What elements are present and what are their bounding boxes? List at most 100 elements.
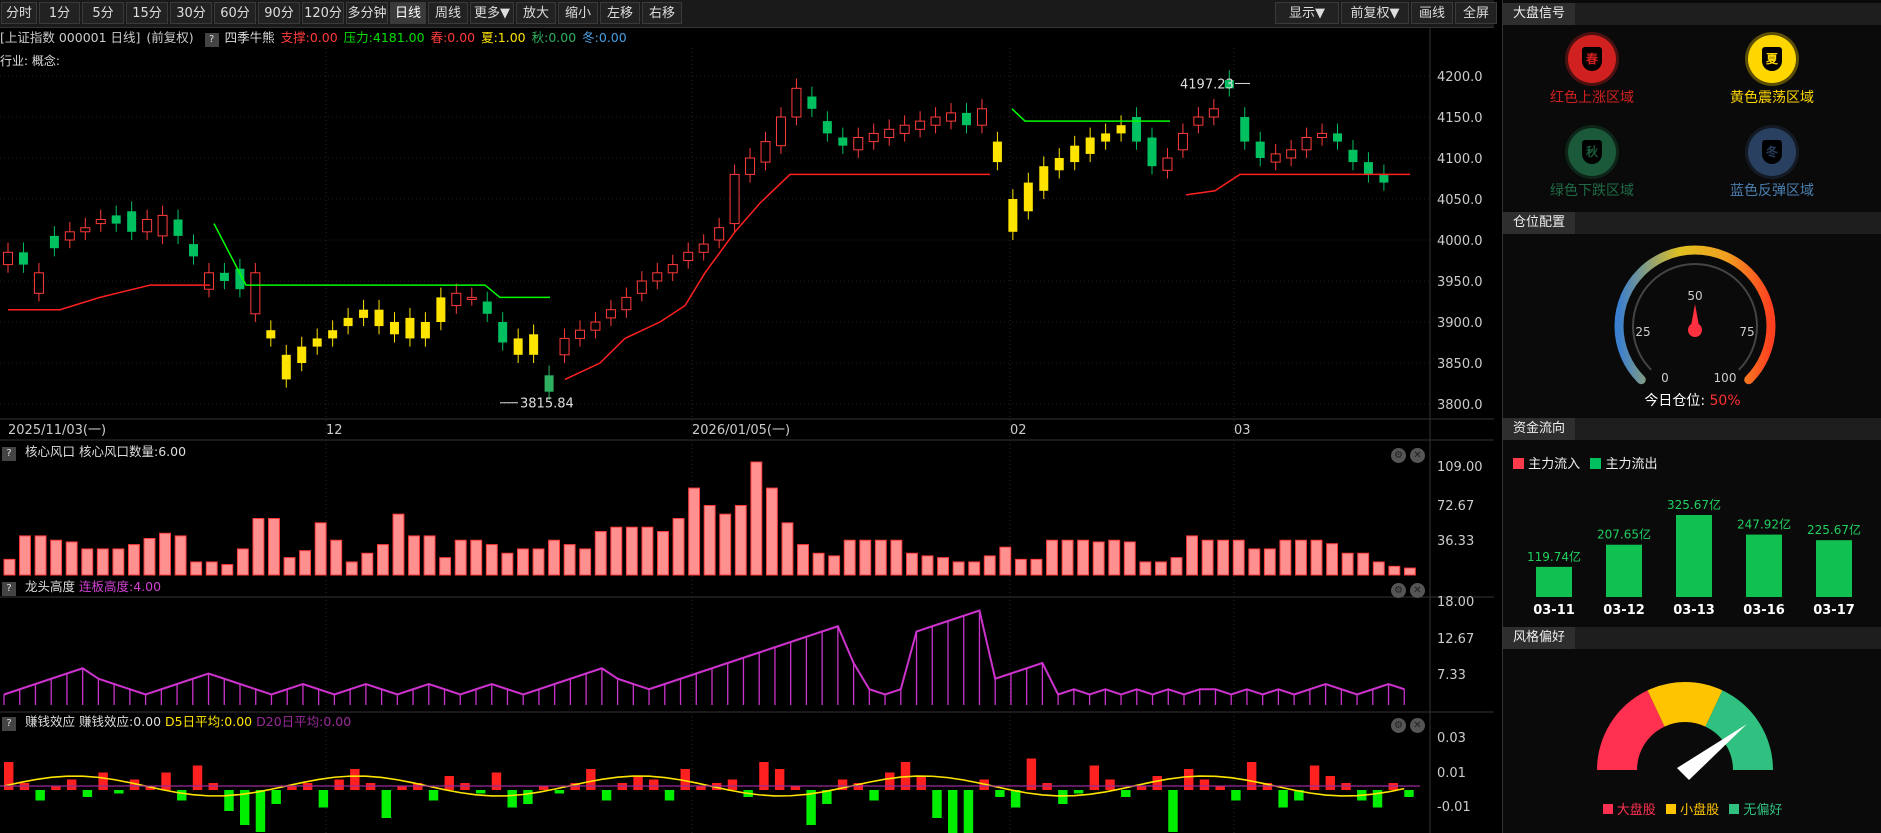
hotspot-bar [205,561,218,576]
hotspot-bar [1357,552,1370,576]
close-icon[interactable]: ✕ [1410,583,1425,598]
candle-body [884,128,895,139]
candlestick-chart[interactable]: 4200.0 4150.0 4100.0 4050.0 4000.0 3950.0 3900… [0,0,1494,833]
hotspot-bar [765,487,778,576]
hotspot-bar [1403,567,1416,576]
profit-bar [177,790,187,801]
gear-icon[interactable]: ⚙ [1391,583,1406,598]
profit-bar [114,790,124,794]
hotspot-bar [719,513,732,576]
hotspot-bar [906,552,918,576]
y-tick-label: 4200.0 [1437,70,1483,85]
candle-body [1193,116,1204,126]
profit-bar [271,790,281,804]
money-bar-label: 225.67亿 [1807,522,1861,537]
hotspot-bar [672,518,685,576]
profit-bar [334,779,344,790]
profit-bar [1010,790,1021,808]
panel-legend-d20: D20日平均:0.00 [256,714,352,729]
hotspot-bar [361,552,374,576]
profit-bar [318,790,329,808]
candle-body [405,317,415,339]
candle-body [49,235,59,249]
dragon-line [3,609,1405,696]
help-icon[interactable]: ? [2,447,16,461]
hotspot-bar [1154,561,1167,576]
hotspot-bar [641,526,654,576]
profit-bar [224,790,234,811]
candle-body [3,251,13,266]
candle-body [807,96,817,109]
gear-icon[interactable]: ⚙ [1391,448,1406,463]
large-cap-swatch [1602,804,1613,814]
profit-bar [350,769,360,790]
profit-bar [523,790,533,804]
large-cap-label: 大盘股 [1616,803,1656,818]
small-cap-swatch [1665,804,1676,814]
hotspot-bar [999,546,1012,576]
help-icon[interactable]: ? [2,582,16,596]
candle-body [219,272,229,281]
profit-bar [932,790,942,818]
candle-body [1363,162,1373,175]
candle-body [1116,125,1126,134]
y-tick-label: -0.01 [1437,800,1471,815]
hotspot-bar [392,513,405,576]
candle-body [1286,149,1297,159]
profit-bar [476,790,486,794]
hotspot-bar [485,544,498,576]
hotspot-bar [937,557,950,576]
profit-bar [916,776,926,790]
candle-body [1177,132,1188,151]
candle-body [173,219,183,236]
money-date-label: 03-11 [1533,603,1575,618]
help-icon[interactable]: ? [2,717,16,731]
profit-bar [1231,790,1241,801]
no-pref-label: 无偏好 [1743,803,1783,818]
hotspot-bar [750,461,763,576]
candle-body [18,252,28,265]
candle-body [961,112,971,126]
season-label: 蓝色反弹区域 [1730,183,1814,199]
candle-body [992,141,1002,163]
candle-body [1333,133,1343,142]
candle-body [853,137,864,151]
hotspot-bar [283,557,296,576]
panel-legend: 赚钱效应:0.00 [78,714,162,729]
profit-bar [869,790,879,801]
close-icon[interactable]: ✕ [1410,448,1425,463]
hotspot-bar [1123,541,1136,576]
y-tick-label: 18.00 [1437,595,1474,610]
profit-bar [1325,776,1336,790]
hotspot-bar [174,535,187,576]
hotspot-bar [579,548,592,576]
hotspot-bar [1108,539,1121,576]
candle-body [1301,137,1312,151]
profit-bar [35,790,45,801]
season-shield-icon: 秋 [1568,128,1616,176]
hotspot-bar [1310,539,1323,576]
candle-body [1101,133,1111,142]
hotspot-bar [501,552,514,576]
candle-body [605,309,616,319]
close-icon[interactable]: ✕ [1410,718,1425,733]
hotspot-bar [96,548,109,576]
profit-bar [633,776,643,790]
candle-body [436,297,446,322]
support-line [1185,173,1410,196]
panel-legend-d5: D5日平均:0.00 [165,714,253,729]
y-tick-label: 4050.0 [1437,193,1483,208]
profit-bar [1215,786,1225,790]
profit-bar [664,790,675,801]
gear-icon[interactable]: ⚙ [1391,718,1406,733]
hotspot-bar [1326,543,1339,576]
panel-header-profit: ? 赚钱效应 赚钱效应:0.00 D5日平均:0.00 D20日平均:0.00 … [0,712,1425,733]
y-tick-label: 109.00 [1437,460,1483,475]
y-tick-label: 4150.0 [1437,111,1483,126]
profit-bar [649,779,659,790]
profit-bar [727,779,738,790]
season-signal: 冬蓝色反弹区域 [1697,128,1847,200]
season-glyph: 春 [1582,47,1602,71]
hotspot-bar [1077,539,1090,576]
candle-body [1023,182,1033,212]
